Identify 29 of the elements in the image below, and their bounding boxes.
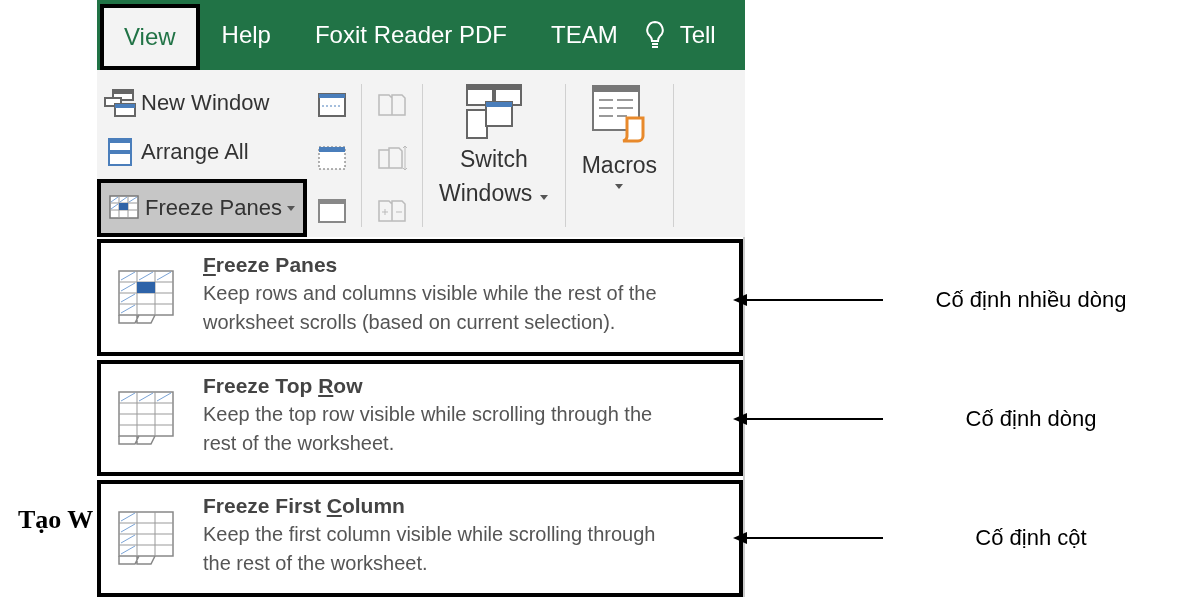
lightbulb-icon[interactable] [643,20,666,50]
menu-item[interactable]: Freeze First Column Keep the first column visible while scrolling through the rest of the worksheet. [97,480,743,597]
ribbon-button[interactable]: New Window [97,78,307,128]
ribbon-tab[interactable]: TEAM [529,0,640,70]
caret-icon [614,182,625,190]
annotation-label: Cố định dòng [965,405,1097,432]
annotation-label: Cố định nhiều dòng [935,286,1127,313]
caret-icon [538,193,549,201]
ribbon-button[interactable]: Freeze Panes [97,179,307,237]
macros-button[interactable]: Macros [569,78,670,237]
ribbon-button[interactable]: Arrange All [97,127,307,177]
menu-item-description: Keep rows and columns visible while the rest of the worksheet scrolls (based on current selection). [203,281,658,335]
windows-icon [103,87,137,118]
switch-windows-button[interactable]: Switch Windows [427,78,561,237]
windows-icon [463,82,524,142]
menu-item[interactable]: Freeze Panes Keep rows and columns visible while the rest of the worksheet scrolls (based on current selection). [97,239,743,356]
unhide-window-icon[interactable] [317,196,347,225]
synchronous-scroll-icon [376,143,408,172]
split-view-icon[interactable] [317,90,347,119]
document-heading: Tạo W [18,505,95,535]
tell-me-search[interactable]: Tell [679,21,716,49]
menu-item-description: Keep the first column visible while scrolling through the rest of the worksheet. [203,522,657,577]
hide-window-icon[interactable] [317,143,347,172]
menu-item-description: Keep the top row visible while scrolling through the rest of the worksheet. [203,401,654,456]
ribbon-tab[interactable]: View [100,4,200,70]
menu-item[interactable]: Freeze Top Row Keep the top row visible while scrolling through the rest of the worksheet. [97,359,743,477]
annotation-label: Cố định cột [975,524,1087,551]
ribbon-tab[interactable]: Foxit Reader PDF [292,0,529,70]
ribbon-tab[interactable]: Help [199,0,293,70]
